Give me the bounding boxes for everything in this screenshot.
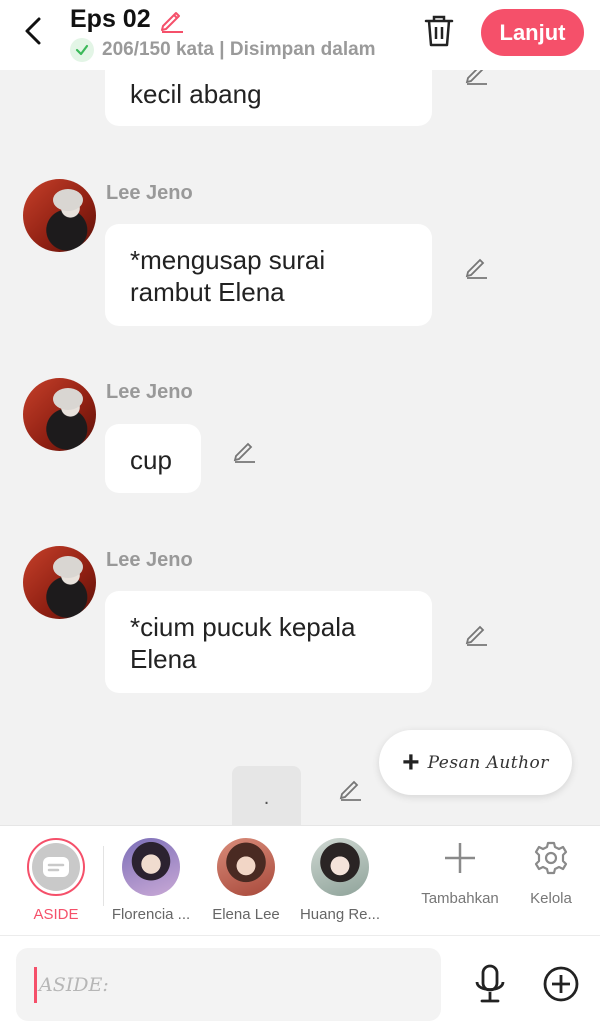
add-character-button[interactable]: Tambahkan — [414, 840, 506, 907]
episode-title-row: Eps 02 — [70, 4, 187, 34]
check-icon — [70, 38, 94, 62]
header: Eps 02 206/150 kata | Disimpan dalam Lan… — [0, 0, 600, 70]
manage-characters-label: Kelola — [530, 890, 572, 907]
message-text: . — [263, 786, 270, 809]
pencil-icon — [233, 442, 255, 463]
edit-message-button[interactable] — [231, 436, 259, 464]
text-caret — [34, 966, 37, 1003]
word-count-status: 206/150 kata | Disimpan dalam — [102, 39, 376, 60]
message-text: kecil abang — [130, 79, 262, 109]
author-message-label: Pesan Author — [427, 752, 549, 773]
character-elena[interactable]: Elena Lee — [200, 838, 292, 923]
character-label: Elena Lee — [212, 906, 280, 923]
voice-input-button[interactable] — [470, 962, 510, 1006]
pencil-icon — [339, 780, 361, 801]
avatar[interactable] — [23, 179, 96, 252]
add-character-label: Tambahkan — [421, 890, 499, 907]
character-label: Huang Re... — [299, 906, 381, 923]
character-aside[interactable]: ASIDE — [10, 838, 102, 923]
message-text: *mengusap surai — [130, 245, 326, 275]
edit-message-button[interactable] — [463, 252, 491, 280]
delete-button[interactable] — [420, 12, 458, 50]
message-text: *cium pucuk kepala — [130, 612, 356, 642]
sender-name: Lee Jeno — [106, 381, 193, 403]
message-text: cup — [130, 445, 172, 475]
message-bubble[interactable]: cup — [105, 424, 201, 493]
episode-title: Eps 02 — [70, 4, 151, 33]
trash-icon — [424, 15, 454, 47]
add-attachment-button[interactable] — [541, 964, 581, 1004]
character-label: ASIDE — [33, 906, 79, 923]
pencil-icon — [465, 258, 487, 279]
character-florencia[interactable]: Florencia ... — [105, 838, 197, 923]
sender-name: Lee Jeno — [106, 182, 193, 204]
avatar[interactable] — [23, 378, 96, 451]
message-input[interactable]: ASIDE: — [16, 948, 441, 1021]
composer-bar: ASIDE: — [0, 935, 600, 1031]
next-button[interactable]: Lanjut — [481, 9, 584, 56]
message-icon — [43, 857, 69, 877]
edit-message-button[interactable] — [337, 774, 365, 802]
back-button[interactable] — [18, 14, 48, 48]
character-huang[interactable]: Huang Re... — [294, 838, 386, 923]
avatar — [311, 838, 369, 896]
plus-icon — [445, 843, 475, 873]
pencil-icon — [465, 625, 487, 646]
save-status: 206/150 kata | Disimpan dalam — [70, 38, 376, 62]
author-message-button[interactable]: + Pesan Author — [379, 730, 572, 795]
pencil-icon — [160, 12, 183, 33]
avatar — [217, 838, 275, 896]
chevron-left-icon — [25, 17, 41, 45]
message-input-placeholder: ASIDE: — [39, 973, 109, 996]
message-text: rambut Elena — [130, 277, 285, 307]
edit-title-button[interactable] — [157, 4, 187, 34]
plus-icon: + — [402, 745, 420, 779]
message-bubble[interactable]: . — [232, 766, 301, 830]
microphone-icon — [475, 964, 505, 1003]
edit-message-button[interactable] — [463, 619, 491, 647]
aside-avatar — [27, 838, 85, 896]
message-text: Elena — [130, 644, 197, 674]
character-label: Florencia ... — [111, 906, 191, 923]
sender-name: Lee Jeno — [106, 549, 193, 571]
divider — [103, 846, 104, 906]
message-bubble[interactable]: *mengusap surai rambut Elena — [105, 224, 432, 326]
gear-icon — [534, 841, 568, 875]
message-bubble[interactable]: *cium pucuk kepala Elena — [105, 591, 432, 693]
add-circle-icon — [543, 966, 579, 1002]
avatar[interactable] — [23, 546, 96, 619]
avatar — [122, 838, 180, 896]
character-bar: ASIDE Florencia ... Elena Lee Huang Re..… — [0, 825, 600, 935]
manage-characters-button[interactable]: Kelola — [515, 840, 587, 907]
